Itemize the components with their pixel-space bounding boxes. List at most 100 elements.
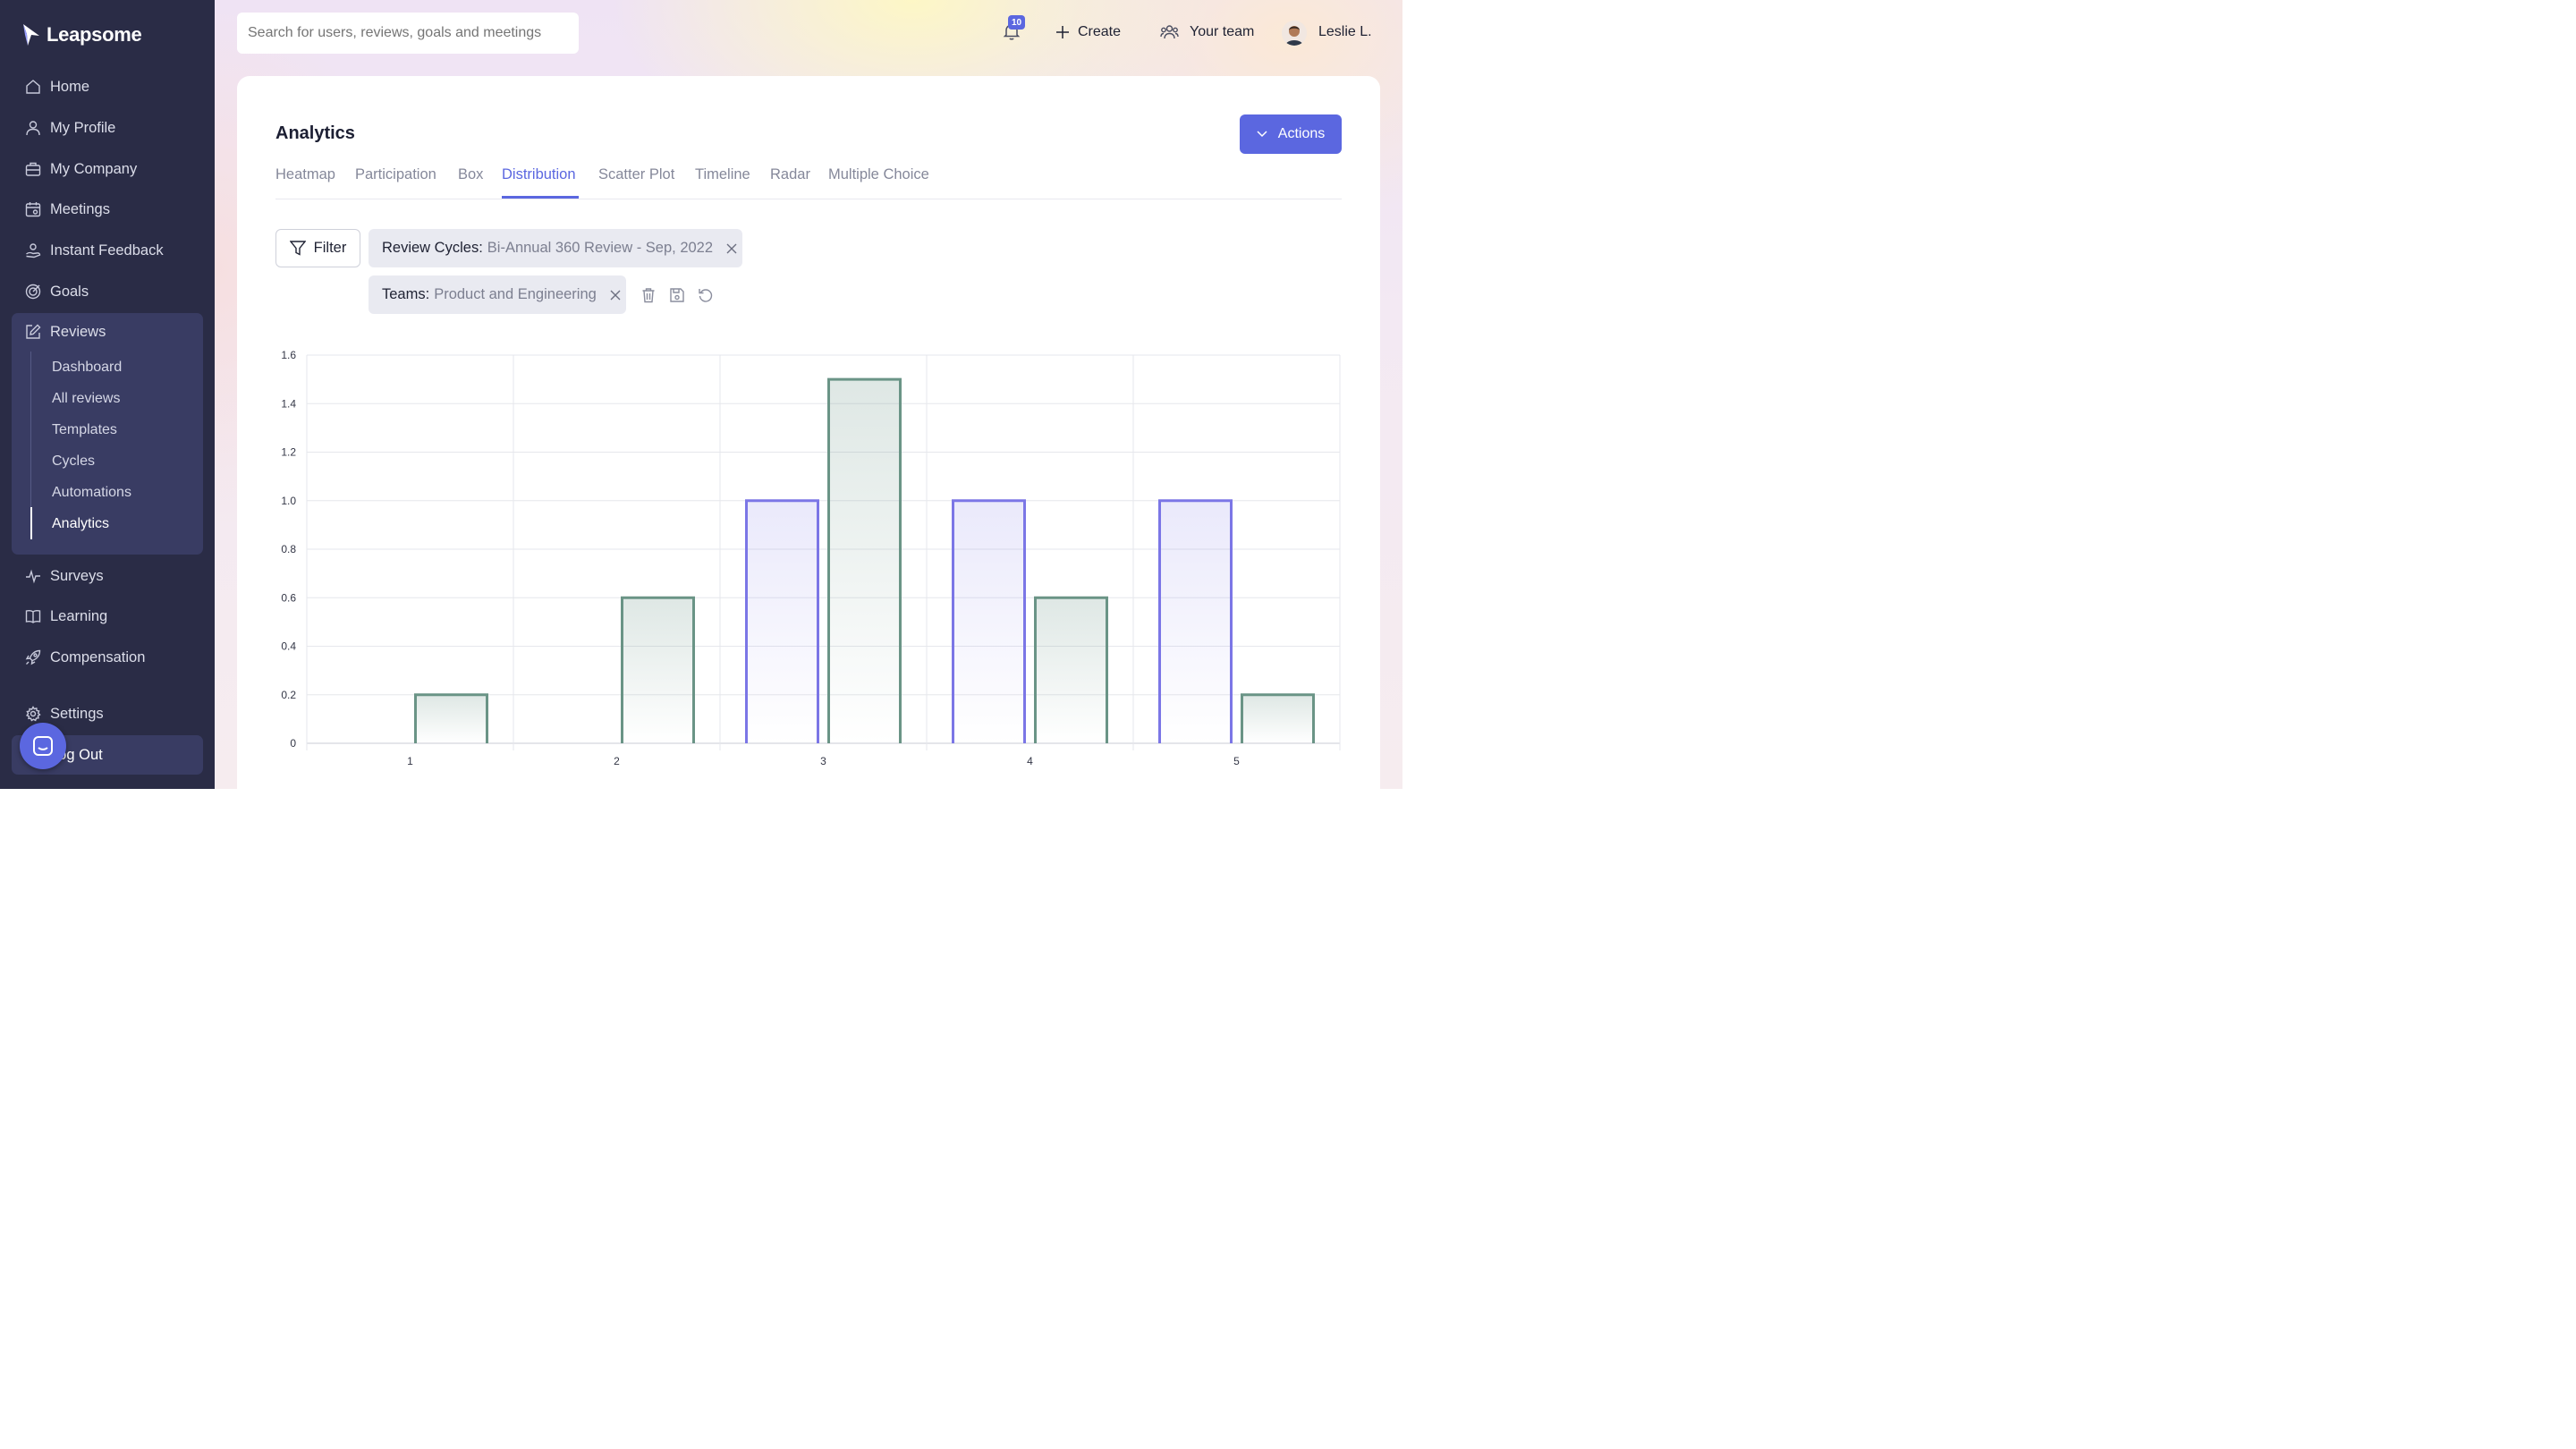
- tab-distribution[interactable]: Distribution: [502, 166, 576, 188]
- pulse-icon: [26, 569, 40, 584]
- user-name: Leslie L.: [1318, 24, 1372, 39]
- tab-box[interactable]: Box: [458, 166, 483, 188]
- sidebar-item-instant-feedback[interactable]: Instant Feedback: [13, 234, 202, 267]
- avatar-image-icon: [1282, 21, 1307, 46]
- feedback-icon: [26, 243, 41, 258]
- book-icon: [25, 610, 41, 623]
- filter-chip-value: Bi-Annual 360 Review - Sep, 2022: [487, 240, 714, 256]
- active-tab-indicator: [502, 196, 579, 199]
- bar[interactable]: [1034, 596, 1108, 743]
- sidebar-item-my-company[interactable]: My Company: [13, 153, 202, 185]
- x-tick-label: 5: [1233, 755, 1240, 767]
- sidebar-subitem-automations[interactable]: Automations: [52, 479, 131, 506]
- notification-count-badge: 10: [1008, 15, 1026, 30]
- home-icon: [26, 80, 40, 94]
- distribution-chart: 0 0.2 0.4 0.6 0.8 1.0 1.2 1.4 1.6 1 2 3 4 5: [281, 349, 1341, 767]
- filter-chip-key: Review Cycles:: [382, 240, 483, 256]
- bar[interactable]: [1241, 693, 1315, 743]
- y-tick-label: 0.4: [281, 640, 296, 653]
- tab-timeline[interactable]: Timeline: [695, 166, 750, 188]
- sidebar-item-learning[interactable]: Learning: [13, 600, 202, 632]
- rocket-icon: [25, 649, 41, 665]
- y-tick-label: 1.6: [281, 349, 296, 361]
- sidebar-item-label: Home: [50, 78, 90, 95]
- sidebar-item-label: Reviews: [50, 323, 106, 340]
- bar[interactable]: [952, 499, 1026, 743]
- chevron-down-icon: [1257, 131, 1267, 138]
- submenu-active-indicator: [30, 507, 32, 539]
- sidebar-item-label: My Profile: [50, 119, 116, 136]
- your-team-label: Your team: [1190, 24, 1255, 39]
- user-menu-button[interactable]: Leslie L.: [1318, 16, 1372, 48]
- tab-multiple-choice[interactable]: Multiple Choice: [828, 166, 929, 188]
- y-tick-label: 1.2: [281, 446, 296, 459]
- filter-chip-teams: Teams: Product and Engineering: [369, 275, 626, 314]
- filter-chip-review-cycles: Review Cycles: Bi-Annual 360 Review - Se…: [369, 229, 742, 267]
- app-logo[interactable]: Leapsome: [21, 21, 142, 48]
- sidebar-item-goals[interactable]: Goals: [13, 275, 202, 308]
- calendar-icon: [25, 202, 41, 217]
- x-tick-label: 1: [407, 755, 413, 767]
- filter-chip-key: Teams:: [382, 286, 430, 302]
- sidebar-item-label: Goals: [50, 283, 89, 300]
- remove-filter-icon[interactable]: [609, 289, 622, 301]
- bar[interactable]: [1158, 499, 1233, 743]
- global-search-input[interactable]: [237, 13, 579, 54]
- sidebar-item-surveys[interactable]: Surveys: [13, 560, 202, 592]
- tab-participation[interactable]: Participation: [355, 166, 436, 188]
- actions-button[interactable]: Actions: [1240, 114, 1342, 154]
- sidebar-item-label: Compensation: [50, 648, 146, 665]
- trash-icon[interactable]: [640, 287, 657, 303]
- sidebar-item-meetings[interactable]: Meetings: [13, 193, 202, 225]
- y-tick-label: 0.2: [281, 689, 296, 701]
- sidebar-subitem-templates[interactable]: Templates: [52, 417, 117, 444]
- sidebar-item-label: Meetings: [50, 200, 110, 217]
- tab-scatter-plot[interactable]: Scatter Plot: [598, 166, 674, 188]
- y-tick-label: 0: [290, 737, 296, 750]
- sidebar-item-label: Learning: [50, 607, 108, 624]
- sidebar-item-home[interactable]: Home: [13, 71, 202, 103]
- sidebar-subitem-analytics[interactable]: Analytics: [52, 511, 109, 538]
- tab-radar[interactable]: Radar: [770, 166, 810, 188]
- filter-icon: [289, 241, 306, 256]
- filter-chip-value: Product and Engineering: [434, 286, 597, 302]
- sidebar-item-my-profile[interactable]: My Profile: [13, 112, 202, 144]
- bar[interactable]: [827, 377, 902, 743]
- y-tick-label: 1.0: [281, 495, 296, 507]
- sidebar-item-label: Instant Feedback: [50, 242, 164, 258]
- bar[interactable]: [414, 693, 488, 743]
- y-tick-label: 0.8: [281, 543, 296, 555]
- create-label: Create: [1078, 24, 1122, 39]
- sidebar-subitem-cycles[interactable]: Cycles: [52, 448, 95, 475]
- avatar[interactable]: [1282, 21, 1307, 46]
- y-tick-label: 0.6: [281, 591, 296, 604]
- sidebar-item-reviews[interactable]: Reviews: [13, 316, 202, 348]
- target-icon: [25, 284, 41, 300]
- reset-icon[interactable]: [698, 287, 714, 303]
- x-tick-label: 4: [1027, 755, 1033, 767]
- remove-filter-icon[interactable]: [725, 242, 738, 255]
- x-tick-label: 2: [614, 755, 620, 767]
- support-chat-button[interactable]: [20, 723, 66, 769]
- sidebar-item-label: Surveys: [50, 567, 104, 584]
- briefcase-icon: [25, 162, 41, 176]
- your-team-button[interactable]: Your team: [1160, 16, 1254, 48]
- user-icon: [26, 121, 40, 136]
- sidebar-item-compensation[interactable]: Compensation: [13, 641, 202, 674]
- save-icon[interactable]: [669, 287, 685, 303]
- sidebar-subitem-dashboard[interactable]: Dashboard: [52, 354, 122, 381]
- filter-button[interactable]: Filter: [275, 229, 360, 267]
- leapsome-logo-icon: [23, 24, 39, 46]
- bar[interactable]: [621, 596, 695, 743]
- bar[interactable]: [745, 499, 819, 743]
- gear-icon: [26, 706, 41, 722]
- filter-label: Filter: [313, 240, 347, 256]
- sidebar-item-label: Settings: [50, 705, 104, 722]
- sidebar: Leapsome Home My Profile My Company Meet…: [0, 0, 215, 789]
- sidebar-item-label: My Company: [50, 160, 138, 177]
- create-button[interactable]: Create: [1055, 16, 1121, 48]
- sidebar-subitem-all-reviews[interactable]: All reviews: [52, 386, 120, 412]
- actions-label: Actions: [1277, 126, 1326, 141]
- plus-icon: [1056, 26, 1069, 38]
- tab-heatmap[interactable]: Heatmap: [275, 166, 335, 188]
